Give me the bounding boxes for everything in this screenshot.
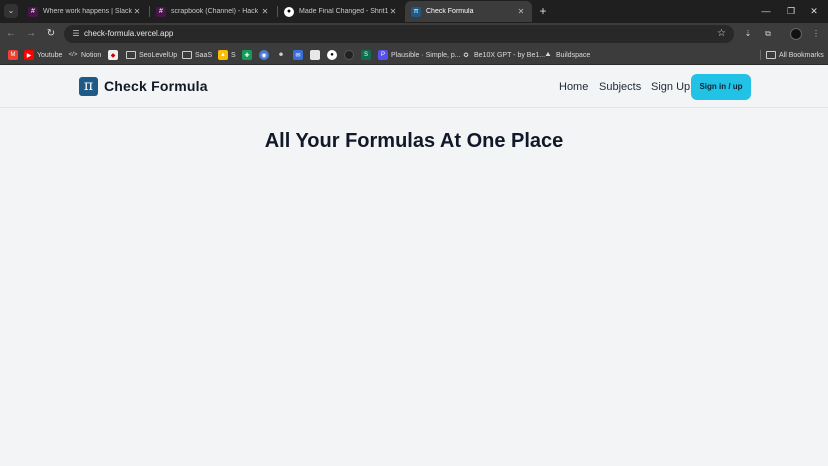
buildspace-icon: ⛰	[545, 51, 551, 58]
bookmark-github[interactable]: ●	[327, 49, 340, 61]
close-icon[interactable]: ✕	[260, 7, 270, 16]
hero-title: All Your Formulas At One Place	[264, 130, 564, 152]
github-icon: ●	[327, 50, 337, 60]
logo-pi-icon[interactable]: π	[79, 77, 98, 96]
close-icon[interactable]: ✕	[388, 7, 398, 16]
bookmark-label: Youtube	[37, 51, 63, 59]
slack-icon: #	[28, 6, 38, 17]
robot-icon: ☻	[277, 52, 285, 58]
tab-title: Where work happens | Slack	[43, 8, 132, 15]
bookmark-folder-seolevelup[interactable]: SeoLevelUp	[126, 49, 177, 61]
bookmark-label: SeoLevelUp	[139, 51, 178, 59]
bookmark-label: Buildspace	[556, 51, 591, 59]
bookmark-star-icon[interactable]: ☆	[717, 27, 726, 41]
bookmark-sheets[interactable]: ✚	[242, 49, 255, 61]
bookmark-circle[interactable]	[344, 49, 357, 61]
tab-github[interactable]: ● Made Final Changed - Shrit140 ✕	[278, 1, 404, 22]
folder-icon	[766, 51, 776, 59]
circle-icon	[344, 50, 354, 60]
bookmark-globe[interactable]: ◉	[259, 49, 272, 61]
tab-title: Check Formula	[426, 8, 474, 15]
tab-title: Made Final Changed - Shrit140	[299, 8, 388, 15]
bookmark-label: Notion	[81, 51, 102, 59]
bookmark-doc[interactable]	[310, 49, 323, 61]
bookmark-label: Be10X GPT - by Be1...	[474, 51, 546, 59]
close-icon[interactable]: ✕	[516, 7, 526, 16]
doc-icon	[310, 50, 320, 60]
close-icon[interactable]: ✕	[132, 7, 142, 16]
all-bookmarks[interactable]: All Bookmarks	[766, 49, 824, 61]
bookmark-plausible[interactable]: P Plausible · Simple, p...	[378, 49, 461, 61]
plausible-icon: P	[378, 50, 388, 60]
forward-icon[interactable]: →	[24, 27, 38, 41]
brand-name[interactable]: Check Formula	[104, 77, 208, 96]
reload-icon[interactable]: ↻	[44, 27, 58, 41]
bookmark-s[interactable]: S	[361, 49, 374, 61]
bookmark-label: SaaS	[195, 51, 213, 59]
signin-button[interactable]: Sign in / up	[691, 74, 751, 100]
url-text: check-formula.vercel.app	[84, 29, 174, 38]
bookmarks-bar: M ▶ Youtube </> Notion ◆ SeoLevelUp SaaS…	[0, 45, 828, 65]
bookmark-gmail[interactable]: M	[8, 49, 21, 61]
youtube-icon: ▶	[24, 50, 34, 60]
bookmark-be10x[interactable]: ✪ Be10X GPT - by Be1...	[461, 49, 545, 61]
folder-icon	[126, 51, 136, 59]
drive-icon: ▲	[218, 50, 228, 60]
bookmark-chat[interactable]: ✉	[293, 49, 306, 61]
tab-search-chevron-icon[interactable]: ⌄	[4, 4, 18, 18]
bookmark-youtube[interactable]: ▶ Youtube	[24, 49, 62, 61]
site-info-icon[interactable]: ☰	[70, 28, 82, 40]
browser-toolbar: ← → ↻ ☰ check-formula.vercel.app ☆ ⇣ ⧉ ⋮	[0, 23, 828, 45]
gmail-icon: M	[8, 50, 18, 60]
bookmark-label: S	[231, 51, 236, 59]
github-icon: ●	[284, 6, 294, 17]
menu-icon[interactable]: ⋮	[810, 28, 822, 40]
new-tab-button[interactable]: +	[536, 4, 550, 18]
browser-tabstrip: ⌄ # Where work happens | Slack ✕ # scrap…	[0, 0, 828, 23]
bookmark-notion[interactable]: </> Notion	[68, 49, 102, 61]
page-viewport: π Check Formula Home Subjects Sign Up Si…	[0, 65, 828, 466]
tab-title: scrapbook (Channel) - Hack Cl	[171, 8, 260, 15]
sheets-icon: ✚	[242, 50, 252, 60]
site-header: π Check Formula Home Subjects Sign Up Si…	[0, 65, 828, 108]
tab-slack[interactable]: # Where work happens | Slack ✕	[22, 1, 148, 22]
bookmark-label: Plausible · Simple, p...	[391, 51, 461, 59]
profile-avatar[interactable]	[790, 28, 802, 40]
nav-signup-link[interactable]: Sign Up	[651, 80, 690, 94]
bookmark-drive[interactable]: ▲ S	[218, 49, 236, 61]
extension-icon[interactable]: ⇣	[742, 28, 754, 40]
globe-icon: ◉	[259, 50, 269, 60]
minimize-icon[interactable]: —	[758, 3, 774, 19]
bookmark-robot[interactable]: ☻	[276, 49, 289, 61]
tab-check-formula[interactable]: π Check Formula ✕	[405, 1, 532, 22]
close-window-icon[interactable]: ✕	[806, 3, 822, 19]
pi-icon: π	[411, 6, 421, 17]
chat-icon: ✉	[293, 50, 303, 60]
s-icon: S	[361, 50, 371, 60]
folder-icon	[182, 51, 192, 59]
bookmark-folder-saas[interactable]: SaaS	[182, 49, 212, 61]
restore-icon[interactable]: ❐	[783, 3, 799, 19]
back-icon[interactable]: ←	[4, 27, 18, 41]
nav-home-link[interactable]: Home	[559, 80, 588, 94]
bookmark-app[interactable]: ◆	[108, 49, 121, 61]
slack-icon: #	[156, 6, 166, 17]
all-bookmarks-label: All Bookmarks	[779, 51, 824, 59]
address-bar[interactable]: ☰ check-formula.vercel.app ☆	[64, 25, 734, 43]
nav-subjects-link[interactable]: Subjects	[599, 80, 641, 94]
bookmark-buildspace[interactable]: ⛰ Buildspace	[543, 49, 590, 61]
gpt-icon: ✪	[463, 52, 469, 59]
tab-scrapbook[interactable]: # scrapbook (Channel) - Hack Cl ✕	[150, 1, 276, 22]
code-icon: </>	[68, 52, 78, 58]
puzzle-icon[interactable]: ⧉	[762, 28, 774, 40]
app-icon: ◆	[108, 50, 118, 60]
